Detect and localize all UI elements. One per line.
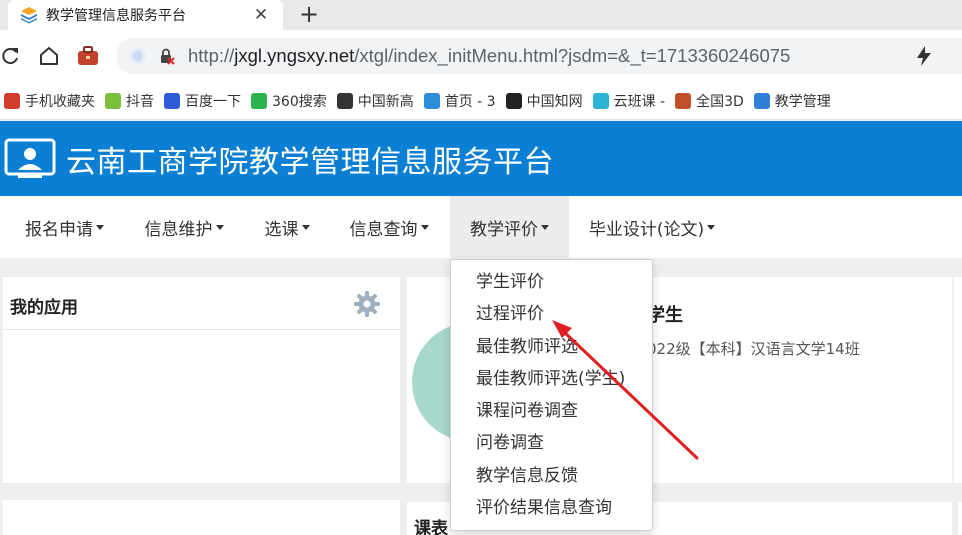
gear-icon[interactable] [353,290,381,318]
nav-label: 信息查询 [349,219,418,240]
bookmark-label: 抖音 [126,93,154,110]
nav-info-query[interactable]: 信息查询 [333,196,445,258]
browser-tab-strip: 教学管理信息服务平台 ✕ + [0,0,962,30]
nav-graduation-design[interactable]: 毕业设计(论文) [577,196,727,258]
right-panel-edge-lower [958,502,962,535]
url-prefix: http:// [188,45,235,66]
right-panel-edge [954,277,962,483]
site-info-icon[interactable] [130,48,146,64]
close-tab-icon[interactable]: ✕ [251,5,271,25]
news-icon [336,92,353,109]
panel-header: 我的应用 [3,277,400,330]
bookmark-item[interactable]: 首页 - 3 [420,88,502,114]
url-text[interactable]: http://jxgl.yngsxy.net/xtgl/index_initMe… [188,45,790,67]
menu-item-best-teacher-student[interactable]: 最佳教师评选(学生) [476,364,625,394]
stack-icon [753,92,770,109]
nav-teaching-evaluation[interactable]: 教学评价 [450,196,569,258]
bookmark-label: 教学管理 [774,93,831,110]
bookmark-item[interactable]: 手机收藏夹 [0,88,101,114]
nav-course-selection[interactable]: 选课 [250,196,324,258]
stack-icon [21,7,37,24]
insecure-lock-icon[interactable] [158,47,176,65]
bookmark-item[interactable]: 百度一下 [160,88,247,114]
pen-icon [423,92,440,109]
schedule-title: 课表 [414,519,448,535]
caret-down-icon [707,224,716,230]
browser-tab[interactable]: 教学管理信息服务平台 ✕ [8,0,283,30]
bookmark-label: 云班课 - [613,93,666,110]
boat-icon [675,92,692,109]
url-path: /xtgl/index_initMenu.html?jsdm=&_t=17133… [354,45,791,66]
bookmark-item[interactable]: 云班课 - [589,88,672,114]
caret-down-icon [215,224,224,230]
caret-down-icon [541,224,549,230]
menu-item-evaluation-results[interactable]: 评价结果信息查询 [476,493,612,523]
reload-icon[interactable] [0,44,22,68]
bookmark-label: 中国新高 [357,93,414,110]
address-bar[interactable]: http://jxgl.yngsxy.net/xtgl/index_initMe… [116,38,962,74]
baidu-paw-icon [164,92,180,109]
profile-class-info: 022级【本科】汉语言文学14班 [647,340,860,358]
bookmark-item[interactable]: 全国3D [671,88,750,114]
bookmark-item[interactable]: 中国新高 [333,88,420,114]
site-header: 云南工商学院教学管理信息服务平台 [0,121,962,196]
apps-panel-footer [3,500,400,535]
bookmark-item[interactable]: 抖音 [101,88,160,114]
bookmark-label: 手机收藏夹 [25,93,95,110]
menu-item-survey[interactable]: 问卷调查 [476,428,544,458]
bookmark-item[interactable]: 教学管理 [750,88,837,114]
url-host: jxgl.yngsxy.net [234,45,355,66]
bookmark-label: 360搜索 [272,93,327,110]
tab-title: 教学管理信息服务平台 [46,8,186,24]
menu-item-course-survey[interactable]: 课程问卷调查 [476,396,578,426]
nav-label: 报名申请 [25,219,93,240]
caret-down-icon [301,224,310,230]
nav-label: 选课 [264,219,299,240]
bookmark-item[interactable]: 中国知网 [502,88,589,114]
bookmark-label: 百度一下 [185,93,241,110]
nav-label: 毕业设计(论文) [588,219,705,240]
browser-toolbar: http://jxgl.yngsxy.net/xtgl/index_initMe… [0,30,962,82]
nav-label: 教学评价 [470,219,538,240]
caret-down-icon [420,224,429,230]
360-ring-icon [251,92,267,109]
mobile-bookmark-icon [4,92,20,109]
nav-registration[interactable]: 报名申请 [8,196,121,258]
menu-item-teaching-feedback[interactable]: 教学信息反馈 [476,461,578,491]
teaching-evaluation-dropdown: 学生评价 过程评价 最佳教师评选 最佳教师评选(学生) 课程问卷调查 问卷调查 … [450,259,653,531]
menu-item-best-teacher[interactable]: 最佳教师评选 [476,332,578,362]
briefcase-icon[interactable] [76,44,100,68]
my-apps-panel: 我的应用 [3,277,400,483]
caret-down-icon [96,224,104,230]
bookmark-label: 首页 - 3 [444,93,496,110]
site-title: 云南工商学院教学管理信息服务平台 [66,145,554,180]
bookmark-label: 中国知网 [526,93,583,110]
bookmarks-bar: 手机收藏夹 抖音 百度一下 360搜索 中国新高 首页 - 3 中国知网 云班课 - 全国3D 教… [0,82,962,120]
monitor-user-icon [4,138,56,178]
cnki-icon [505,92,522,109]
menu-item-student-evaluation[interactable]: 学生评价 [476,267,544,297]
menu-item-process-evaluation[interactable]: 过程评价 [476,299,544,329]
bookmark-item[interactable]: 360搜索 [247,88,333,114]
main-nav: 报名申请 信息维护 选课 信息查询 教学评价 毕业设计(论文) [0,196,962,258]
home-icon[interactable] [37,44,61,68]
cloud-class-icon [592,92,609,109]
bookmark-label: 全国3D [696,93,744,110]
new-tab-button[interactable]: + [296,2,322,28]
my-apps-title: 我的应用 [10,298,78,318]
nav-label: 信息维护 [144,219,213,240]
lightning-icon[interactable] [912,44,936,68]
leaf-icon [105,92,121,109]
nav-info-maintenance[interactable]: 信息维护 [128,196,240,258]
